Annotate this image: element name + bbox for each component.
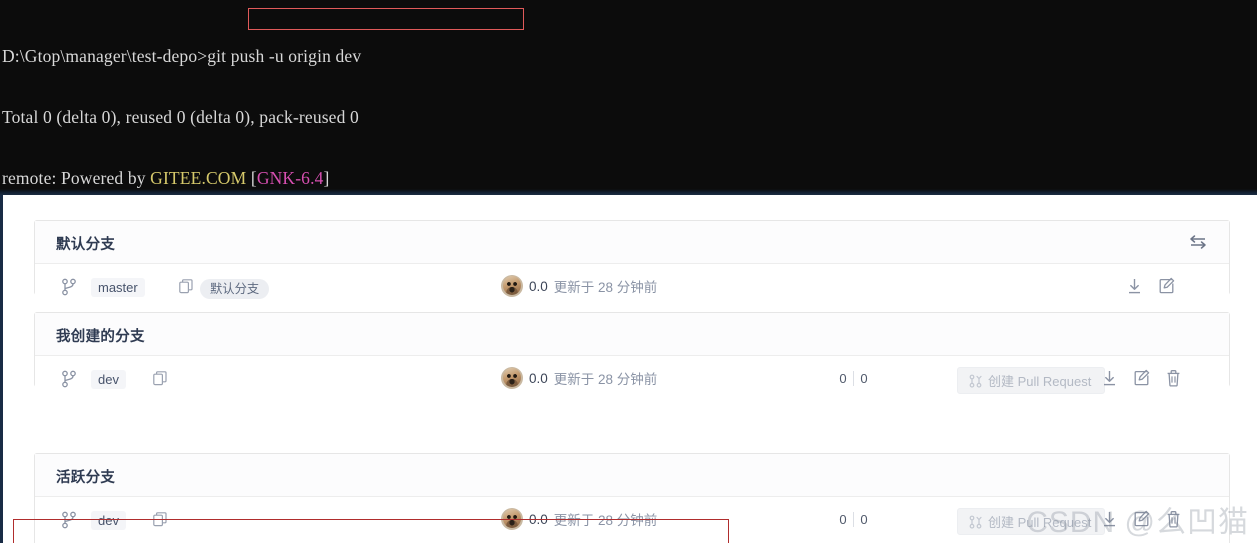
pull-request-icon (969, 374, 982, 388)
counter-divider (853, 371, 854, 386)
remote-token: GNK-6.4 (256, 167, 324, 188)
author-block: 0.0 更新于 28 分钟前 (501, 275, 657, 297)
branch-name-dev[interactable]: dev (91, 370, 126, 389)
card-active-branches-title: 活跃分支 (56, 470, 116, 486)
author-score: 0.0 (529, 370, 548, 386)
counter-ahead: 0 (839, 512, 847, 527)
pull-request-icon (969, 515, 982, 529)
terminal-window[interactable]: D:\Gtop\manager\test-depo>git push -u or… (0, 0, 1257, 195)
card-default-header: 默认分支 (35, 221, 1229, 264)
updated-time: 更新于 28 分钟前 (553, 513, 658, 528)
branch-row-master: master 默认分支 0.0 更新于 28 分钟前 (35, 264, 1229, 311)
counter-divider (853, 512, 854, 527)
card-default-branch: 默认分支 master 默认分支 0.0 更新于 28 分钟前 (34, 220, 1230, 311)
download-icon[interactable] (1101, 369, 1118, 388)
left-rail (0, 195, 3, 543)
author-score: 0.0 (529, 511, 548, 527)
branch-row-dev-active: dev 0.0 更新于 28 分钟前 0 0 创建 Pull Request (35, 497, 1229, 543)
delete-icon[interactable] (1165, 369, 1182, 388)
branch-name-master[interactable]: master (91, 278, 145, 297)
create-pull-request-label: 创建 Pull Request (988, 515, 1092, 530)
git-branch-icon (61, 278, 77, 296)
download-icon[interactable] (1101, 510, 1118, 529)
remote-close-bracket: ] (323, 167, 330, 188)
create-pull-request-button[interactable]: 创建 Pull Request (957, 367, 1106, 394)
screenshot-root: D:\Gtop\manager\test-depo>git push -u or… (0, 0, 1257, 543)
terminal-prompt-path: D:\Gtop\manager\test-depo> (2, 46, 208, 67)
download-icon[interactable] (1126, 277, 1143, 296)
create-pull-request-button[interactable]: 创建 Pull Request (957, 508, 1106, 535)
git-branch-icon (61, 511, 77, 529)
edit-icon[interactable] (1133, 369, 1150, 388)
author-block: 0.0 更新于 28 分钟前 (501, 367, 657, 389)
git-branch-icon (61, 370, 77, 388)
card-my-branches-header: 我创建的分支 (35, 313, 1229, 356)
branches-content: 默认分支 master 默认分支 0.0 更新于 28 分钟前 我创建的分支 d… (14, 195, 1257, 543)
remote-brand: GITEE.COM (150, 167, 247, 188)
branch-name-dev[interactable]: dev (91, 511, 126, 530)
avatar (501, 275, 523, 297)
copy-icon[interactable] (153, 371, 167, 387)
gitee-branches-page: 默认分支 master 默认分支 0.0 更新于 28 分钟前 我创建的分支 d… (0, 195, 1257, 543)
updated-time: 更新于 28 分钟前 (553, 372, 658, 387)
counter-ahead: 0 (839, 371, 847, 386)
counter-behind: 0 (860, 512, 868, 527)
card-default-title: 默认分支 (56, 237, 116, 253)
card-active-branches-header: 活跃分支 (35, 454, 1229, 497)
edit-icon[interactable] (1158, 277, 1175, 296)
author-block: 0.0 更新于 28 分钟前 (501, 508, 657, 530)
delete-icon[interactable] (1165, 510, 1182, 529)
author-score: 0.0 (529, 278, 548, 294)
terminal-command: git push -u origin dev (207, 46, 362, 67)
copy-icon[interactable] (179, 279, 193, 295)
create-pull-request-label: 创建 Pull Request (988, 374, 1092, 389)
terminal-line-total: Total 0 (delta 0), reused 0 (delta 0), p… (2, 107, 359, 127)
remote-open-bracket: [ (246, 167, 257, 188)
terminal-line-remote: remote: Powered by GITEE.COM [GNK-6.4] (2, 168, 437, 188)
avatar (501, 508, 523, 530)
status-badge-default-branch: 默认分支 (200, 279, 270, 299)
compare-swap-icon[interactable] (1187, 232, 1209, 252)
counter-behind: 0 (860, 371, 868, 386)
terminal-output: D:\Gtop\manager\test-depo>git push -u or… (2, 6, 437, 195)
branch-row-dev-mine: dev 0.0 更新于 28 分钟前 0 0 创建 Pull Request (35, 356, 1229, 403)
card-my-branches: 我创建的分支 dev 0.0 更新于 28 分钟前 0 0 创建 Pull Re… (34, 312, 1230, 403)
ahead-behind-counters: 0 0 (835, 512, 872, 527)
updated-time: 更新于 28 分钟前 (553, 280, 658, 295)
ahead-behind-counters: 0 0 (835, 371, 872, 386)
edit-icon[interactable] (1133, 510, 1150, 529)
remote-prefix: remote: Powered by (2, 167, 151, 188)
avatar (501, 367, 523, 389)
card-my-branches-title: 我创建的分支 (56, 329, 145, 345)
copy-icon[interactable] (153, 512, 167, 528)
card-active-branches: 活跃分支 dev 0.0 更新于 28 分钟前 0 0 创建 Pull Requ… (34, 453, 1230, 543)
terminal-prompt-line: D:\Gtop\manager\test-depo>git push -u or… (2, 46, 437, 66)
